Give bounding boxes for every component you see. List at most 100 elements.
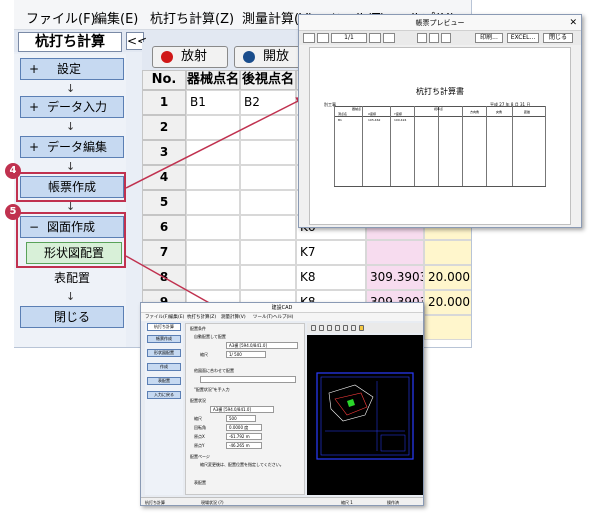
grid-icon[interactable]	[351, 325, 356, 331]
radial-label: 放射	[181, 49, 208, 64]
layout-window: 建設CAD ファイル(F) 編集(E) 杭打ち計算(Z) 測量計算(V) ツール…	[140, 302, 424, 506]
row-number[interactable]: 5	[142, 190, 186, 215]
table-layout-check[interactable]: 表配置	[194, 480, 206, 486]
sidebar: + 設定 ↓ + データ入力 ↓ + データ編集 ↓ 帳票作成 ↓ − 図面作成…	[14, 54, 126, 347]
row-number[interactable]: 4	[142, 165, 186, 190]
arrow-down-icon: ↓	[66, 290, 76, 303]
open-dot-icon	[243, 51, 255, 63]
table-cell[interactable]	[186, 165, 240, 190]
other-drawing-select[interactable]	[200, 376, 296, 383]
layout-sidebar-back[interactable]: 入力に戻る	[147, 391, 181, 399]
layout-sidebar: 杭打ち計算 帳票作成 形状図配置 作成 表配置 入力に戻る	[145, 323, 183, 495]
scale-label: 縮尺	[200, 352, 208, 357]
table-cell[interactable]: B2	[240, 90, 296, 115]
column-header[interactable]: No.	[142, 70, 186, 90]
row-number[interactable]: 1	[142, 90, 186, 115]
table-cell[interactable]: K8	[296, 265, 366, 290]
sidebar-item-data-input[interactable]: + データ入力	[20, 96, 124, 118]
layout-sidebar-table[interactable]: 表配置	[147, 377, 181, 385]
table-cell[interactable]	[240, 115, 296, 140]
table-cell[interactable]: B1	[186, 90, 240, 115]
col-angle: 夾角	[496, 110, 503, 114]
table-cell[interactable]	[186, 240, 240, 265]
table-cell[interactable]: 20.000	[424, 290, 471, 315]
table-cell[interactable]	[240, 215, 296, 240]
option-auto[interactable]: 自動配置して配置	[194, 334, 226, 340]
fit-icon[interactable]	[335, 325, 340, 331]
menu-file[interactable]: ファイル(F)	[26, 8, 96, 27]
group-page: 配置ページ	[190, 454, 210, 459]
first-page-icon[interactable]	[303, 33, 315, 43]
layout-sidebar-report[interactable]: 帳票作成	[147, 335, 181, 343]
row-number[interactable]: 8	[142, 265, 186, 290]
column-header[interactable]: 器械点名	[186, 70, 240, 90]
layout-sidebar-create[interactable]: 作成	[147, 363, 181, 371]
excel-button[interactable]: EXCEL...	[507, 33, 539, 43]
table-cell[interactable]	[186, 140, 240, 165]
table-cell[interactable]	[240, 190, 296, 215]
paper-select[interactable]: A3横 [594.0/841.0]	[226, 342, 298, 349]
row-number[interactable]: 2	[142, 115, 186, 140]
scale-input[interactable]: 1/ 500	[226, 351, 266, 358]
highlight-icon[interactable]	[359, 325, 364, 331]
layout-menu-survey[interactable]: 測量計算(V)	[221, 314, 246, 320]
sidebar-item-table-layout[interactable]: 表配置	[20, 268, 124, 290]
table-cell[interactable]	[186, 190, 240, 215]
rotation-label: 回転角	[194, 425, 206, 430]
table-cell[interactable]	[240, 240, 296, 265]
report-preview-window: 帳票プレビュー ✕ 1/1 印刷... EXCEL... 閉じる 杭打ち計算書 …	[298, 14, 582, 228]
pan-icon[interactable]	[343, 325, 348, 331]
table-cell[interactable]	[186, 215, 240, 240]
zoom-in-icon[interactable]	[429, 33, 439, 43]
row-number[interactable]: 7	[142, 240, 186, 265]
info-note: 縮尺変更後は、配置位置を指定してください。	[200, 462, 284, 467]
menu-edit[interactable]: 編集(E)	[94, 8, 138, 27]
table-cell[interactable]	[424, 315, 471, 340]
zoom-out-icon[interactable]	[327, 325, 332, 331]
prev-page-icon[interactable]	[317, 33, 329, 43]
table-cell[interactable]	[366, 240, 424, 265]
table-cell[interactable]: 20.000	[424, 265, 471, 290]
tab-stake-calc[interactable]: 杭打ち計算	[18, 32, 122, 52]
step-badge-4: 4	[5, 163, 21, 179]
table-cell[interactable]: 309.3903	[366, 265, 424, 290]
print-button[interactable]: 印刷...	[475, 33, 503, 43]
layout-menu-tools[interactable]: ツール(T)	[253, 314, 273, 320]
table-cell[interactable]	[186, 265, 240, 290]
layout-menu-stake[interactable]: 杭打ち計算(Z)	[187, 314, 216, 320]
sidebar-item-close[interactable]: 閉じる	[20, 306, 124, 328]
close-button[interactable]: 閉じる	[543, 33, 573, 43]
layout-menu-edit[interactable]: 編集(E)	[169, 314, 184, 320]
option-manual[interactable]: "配置状況"を手入力	[194, 387, 230, 393]
table-cell[interactable]	[240, 140, 296, 165]
origin-y-value: -46.265 m	[226, 442, 262, 449]
table-cell[interactable]	[424, 240, 471, 265]
zoom-icon[interactable]	[417, 33, 427, 43]
last-page-icon[interactable]	[383, 33, 395, 43]
drawing-canvas[interactable]	[307, 335, 423, 495]
table-cell[interactable]	[240, 165, 296, 190]
sidebar-item-settings[interactable]: + 設定	[20, 58, 124, 80]
layout-sidebar-shape[interactable]: 形状図配置	[147, 349, 181, 357]
column-header[interactable]: 後視点名	[240, 70, 296, 90]
table-cell[interactable]: K7	[296, 240, 366, 265]
zoom-icon[interactable]	[311, 325, 316, 331]
layout-tab[interactable]: 杭打ち計算	[147, 323, 181, 331]
option-other[interactable]: 他図面に合わせて配置	[194, 368, 234, 374]
zoom-in-icon[interactable]	[319, 325, 324, 331]
radial-mode-button[interactable]: 放射	[152, 46, 228, 68]
table-cell[interactable]	[240, 265, 296, 290]
row-number[interactable]: 6	[142, 215, 186, 240]
open-label: 開放	[263, 49, 290, 64]
row-number[interactable]: 3	[142, 140, 186, 165]
layout-menu-file[interactable]: ファイル(F)	[145, 314, 169, 320]
table-cell[interactable]	[186, 115, 240, 140]
layout-menu-help[interactable]: ヘルプ(H)	[273, 314, 293, 320]
expand-icon: +	[29, 140, 40, 154]
preview-page: 杭打ち計算書 別工事 平成 27 年 8 月 31 日 器械点 視準点 方向角 …	[309, 47, 571, 225]
next-page-icon[interactable]	[369, 33, 381, 43]
menu-stake-calc[interactable]: 杭打ち計算(Z)	[150, 8, 234, 27]
sidebar-item-data-edit[interactable]: + データ編集	[20, 136, 124, 158]
zoom-out-icon[interactable]	[441, 33, 451, 43]
close-icon[interactable]: ✕	[569, 17, 577, 29]
